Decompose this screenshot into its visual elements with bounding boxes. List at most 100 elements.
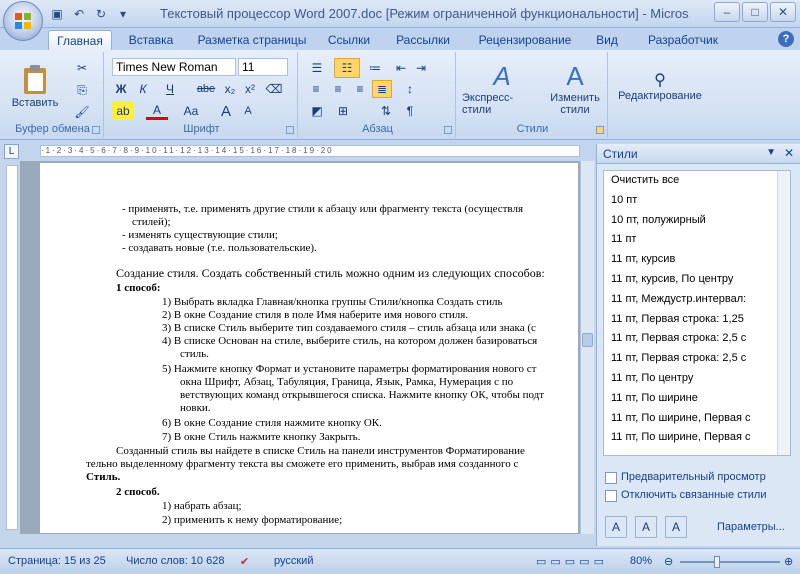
zoom-slider-thumb[interactable] bbox=[714, 556, 720, 568]
tab-view[interactable]: Вид bbox=[592, 30, 622, 50]
scroll-thumb[interactable] bbox=[582, 333, 593, 347]
format-painter-icon[interactable]: 🖌 bbox=[72, 102, 92, 122]
word-count[interactable]: Число слов: 10 628 bbox=[126, 555, 224, 567]
style-inspector-icon[interactable]: A bbox=[635, 516, 657, 538]
options-link[interactable]: Параметры... bbox=[717, 521, 785, 533]
borders-icon[interactable]: ⊞ bbox=[332, 102, 354, 120]
style-item[interactable]: 11 пт, курсив bbox=[604, 250, 790, 270]
styles-list[interactable]: Очистить все 10 пт 10 пт, полужирный 11 … bbox=[603, 170, 791, 456]
maximize-button[interactable]: □ bbox=[742, 2, 768, 22]
page-count[interactable]: Страница: 15 из 25 bbox=[8, 555, 106, 567]
style-item[interactable]: Очистить все bbox=[604, 171, 790, 191]
superscript-icon[interactable]: x² bbox=[242, 80, 258, 98]
subscript-icon[interactable]: x₂ bbox=[222, 80, 238, 98]
vertical-ruler[interactable] bbox=[6, 165, 18, 530]
horizontal-ruler[interactable]: ·1·2·3·4·5·6·7·8·9·10·11·12·13·14·15·16·… bbox=[40, 145, 580, 157]
preview-checkbox[interactable] bbox=[605, 472, 617, 484]
font-dialog-launcher[interactable] bbox=[286, 126, 294, 134]
align-center-icon[interactable]: ≡ bbox=[328, 80, 348, 98]
tab-selector[interactable]: L bbox=[4, 144, 19, 159]
underline-button[interactable]: Ч bbox=[158, 80, 182, 98]
font-color-icon[interactable]: A bbox=[146, 102, 168, 120]
zoom-level[interactable]: 80% bbox=[630, 555, 652, 567]
tab-home[interactable]: Главная bbox=[48, 30, 112, 50]
style-item[interactable]: 11 пт, По ширине, Первая с bbox=[604, 409, 790, 429]
bold-button[interactable]: Ж bbox=[112, 80, 130, 98]
bullets-icon[interactable]: ☰ bbox=[306, 58, 328, 78]
help-icon[interactable]: ? bbox=[778, 31, 794, 47]
tab-references[interactable]: Ссылки bbox=[324, 30, 374, 50]
zoom-in-icon[interactable]: ⊕ bbox=[784, 555, 793, 568]
document-scrollbar[interactable] bbox=[580, 161, 594, 534]
strikethrough-button[interactable]: abe bbox=[194, 80, 218, 98]
doc-line: - создавать новые (т.е. пользовательские… bbox=[122, 242, 317, 254]
style-item[interactable]: 11 пт, курсив, По центру bbox=[604, 270, 790, 290]
copy-icon[interactable]: ⎘ bbox=[72, 80, 92, 100]
style-item[interactable]: 11 пт bbox=[604, 230, 790, 250]
align-right-icon[interactable]: ≡ bbox=[350, 80, 370, 98]
office-button[interactable] bbox=[3, 1, 43, 41]
increase-indent-icon[interactable]: ⇥ bbox=[412, 58, 430, 78]
tab-insert[interactable]: Вставка bbox=[122, 30, 180, 50]
style-item[interactable]: 11 пт, Междустр.интервал: bbox=[604, 290, 790, 310]
style-item[interactable]: 10 пт bbox=[604, 191, 790, 211]
styles-list-scrollbar[interactable] bbox=[777, 171, 790, 455]
tab-developer[interactable]: Разработчик bbox=[638, 30, 728, 50]
numbering-icon[interactable]: ☷ bbox=[334, 58, 360, 78]
style-item[interactable]: 11 пт, Первая строка: 1,25 bbox=[604, 310, 790, 330]
multilevel-list-icon[interactable]: ≔ bbox=[364, 58, 386, 78]
manage-styles-icon[interactable]: A bbox=[665, 516, 687, 538]
minimize-button[interactable]: – bbox=[714, 2, 740, 22]
pane-close-icon[interactable]: ✕ bbox=[784, 146, 794, 160]
disable-linked-checkbox[interactable] bbox=[605, 490, 617, 502]
shading-icon[interactable]: ◩ bbox=[306, 102, 328, 120]
align-left-icon[interactable]: ≡ bbox=[306, 80, 326, 98]
shrink-font-button[interactable]: A bbox=[238, 102, 258, 120]
clear-format-icon[interactable]: ⌫ bbox=[264, 80, 284, 98]
justify-icon[interactable]: ≣ bbox=[372, 80, 392, 98]
undo-icon[interactable]: ↶ bbox=[70, 5, 88, 23]
zoom-out-icon[interactable]: ⊖ bbox=[664, 555, 673, 568]
font-size-select[interactable]: 11 bbox=[238, 58, 288, 76]
style-item[interactable]: 11 пт, Первая строка: 2,5 с bbox=[604, 329, 790, 349]
tab-review[interactable]: Рецензирование bbox=[470, 30, 580, 50]
clipboard-dialog-launcher[interactable] bbox=[92, 126, 100, 134]
decrease-indent-icon[interactable]: ⇤ bbox=[392, 58, 410, 78]
zoom-slider[interactable] bbox=[680, 556, 780, 568]
change-styles-button[interactable]: A Изменить стили bbox=[546, 56, 604, 120]
ruler-bar: L ·1·2·3·4·5·6·7·8·9·10·11·12·13·14·15·1… bbox=[0, 141, 596, 161]
show-formatting-icon[interactable]: ¶ bbox=[400, 102, 420, 120]
style-item[interactable]: 11 пт, По ширине, Первая с bbox=[604, 428, 790, 448]
new-style-icon[interactable]: A bbox=[605, 516, 627, 538]
save-icon[interactable]: ▣ bbox=[48, 5, 66, 23]
tab-page-layout[interactable]: Разметка страницы bbox=[192, 30, 312, 50]
tab-mailings[interactable]: Рассылки bbox=[392, 30, 454, 50]
style-item[interactable]: 11 пт, По ширине bbox=[604, 389, 790, 409]
paragraph-dialog-launcher[interactable] bbox=[444, 126, 452, 134]
style-item[interactable]: 11 пт, Первая строка: 2,5 с bbox=[604, 349, 790, 369]
italic-button[interactable]: К bbox=[134, 80, 152, 98]
quick-styles-button[interactable]: A Экспресс-стили bbox=[462, 56, 542, 120]
highlight-icon[interactable]: ab bbox=[112, 102, 134, 120]
qat-customize-icon[interactable]: ▾ bbox=[114, 5, 132, 23]
close-button[interactable]: ✕ bbox=[770, 2, 796, 22]
status-bar: Страница: 15 из 25 Число слов: 10 628 ✔ … bbox=[0, 548, 800, 574]
grow-font-button[interactable]: A bbox=[216, 102, 236, 120]
style-item[interactable]: 10 пт, полужирный bbox=[604, 211, 790, 231]
styles-dialog-launcher[interactable] bbox=[596, 126, 604, 134]
redo-icon[interactable]: ↻ bbox=[92, 5, 110, 23]
change-case-button[interactable]: Aa bbox=[178, 102, 204, 120]
line-spacing-icon[interactable]: ↕ bbox=[398, 80, 422, 98]
proofing-icon[interactable]: ✔ bbox=[240, 555, 249, 568]
cut-icon[interactable]: ✂ bbox=[72, 58, 92, 78]
style-item[interactable]: 11 пт, По центру bbox=[604, 369, 790, 389]
paste-button[interactable]: Вставить bbox=[12, 56, 58, 116]
paste-label: Вставить bbox=[11, 97, 59, 109]
sort-icon[interactable]: ⇅ bbox=[376, 102, 396, 120]
view-buttons[interactable]: ▭▭▭▭▭ bbox=[536, 555, 608, 568]
pane-dropdown-icon[interactable]: ▼ bbox=[766, 147, 776, 158]
editing-button[interactable]: ⚲ Редактирование bbox=[612, 60, 708, 112]
language[interactable]: русский bbox=[274, 555, 313, 567]
document-page[interactable]: - применять, т.е. применять другие стили… bbox=[40, 163, 578, 533]
font-name-select[interactable]: Times New Roman bbox=[112, 58, 236, 76]
